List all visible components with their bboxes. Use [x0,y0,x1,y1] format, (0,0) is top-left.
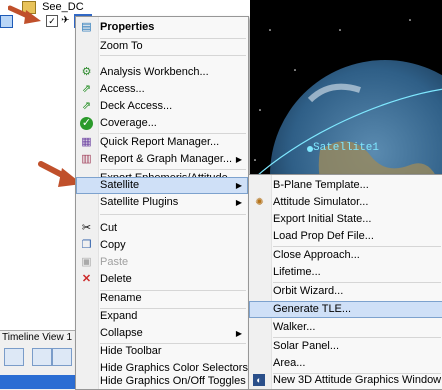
menu-item-access[interactable]: ⇗ Access... [76,81,248,98]
menu-item-quick-report-manager[interactable]: ▦ Quick Report Manager... [76,134,248,151]
menu-item-analysis-workbench[interactable]: ⚙ Analysis Workbench... [76,64,248,81]
menu-item-hide-onoff-toggles[interactable]: Hide Graphics On/Off Toggles [76,373,248,390]
menu-item-copy[interactable]: ❐ Copy [76,237,248,254]
submenu-item-area[interactable]: Area... [249,355,442,372]
copy-icon: ❐ [81,239,92,251]
satellite-icon: ✈ [61,15,70,27]
menu-item-coverage[interactable]: ✓ Coverage... [76,115,248,132]
menu-item-deck-access[interactable]: ⇗ Deck Access... [76,98,248,115]
coverage-icon: ✓ [80,117,93,130]
submenu-item-attitude-simulator[interactable]: ✺ Attitude Simulator... [249,194,442,211]
timeline-tool-icon[interactable] [4,348,24,366]
properties-icon: ▤ [81,21,92,33]
graph-icon: ▥ [81,153,92,165]
submenu-item-close-approach[interactable]: Close Approach... [249,247,442,264]
timeline-tool-icon[interactable] [52,348,72,366]
menu-item-zoom-to[interactable]: Zoom To [76,38,248,55]
visibility-checkbox[interactable]: ✓ [46,15,59,28]
submenu-arrow-icon: ▶ [235,198,242,207]
menu-item-report-graph-manager[interactable]: ▥ Report & Graph Manager... ▶ [76,151,248,168]
delete-icon: ✕ [81,273,92,285]
paste-icon: ▣ [81,256,92,268]
menu-item-satellite-plugins[interactable]: Satellite Plugins ▶ [76,194,248,211]
timeline-title: Timeline View 1 [2,332,73,343]
menu-item-delete[interactable]: ✕ Delete [76,271,248,288]
menu-item-satellite[interactable]: Satellite ▶ [76,177,248,194]
satellite-submenu: B-Plane Template... ✺ Attitude Simulator… [248,174,442,390]
report-icon: ▦ [81,136,92,148]
tree-item-label: See_DC [42,1,84,13]
workbench-icon: ⚙ [81,66,92,78]
satellite-label: Satellite1 [313,142,380,154]
submenu-item-load-prop-def[interactable]: Load Prop Def File... [249,228,442,245]
timeline-tool-icon[interactable] [32,348,52,366]
submenu-item-solar-panel[interactable]: Solar Panel... [249,338,442,355]
context-menu: ▤ Properties Zoom To ⚙ Analysis Workbenc… [75,16,249,390]
submenu-item-lifetime[interactable]: Lifetime... [249,264,442,281]
deck-access-icon: ⇗ [81,100,92,112]
3d-window-icon: ◐ [253,374,265,386]
menu-item-cut[interactable]: ✂ Cut [76,220,248,237]
menu-item-paste: ▣ Paste [76,254,248,271]
submenu-arrow-icon: ▶ [235,329,242,338]
attitude-simulator-icon: ✺ [255,197,264,208]
submenu-item-bplane-template[interactable]: B-Plane Template... [249,177,442,194]
access-icon: ⇗ [81,83,92,95]
menu-item-rename[interactable]: Rename [76,290,248,307]
menu-item-expand[interactable]: Expand [76,308,248,325]
menu-item-collapse[interactable]: Collapse ▶ [76,325,248,342]
submenu-arrow-icon: ▶ [235,181,242,190]
submenu-item-export-initial-state[interactable]: Export Initial State... [249,211,442,228]
menu-item-properties[interactable]: ▤ Properties [76,19,248,36]
submenu-arrow-icon: ▶ [235,155,242,164]
submenu-item-new-3d-attitude-window[interactable]: ◐ New 3D Attitude Graphics Window [249,372,442,389]
annotation-arrow [8,5,41,24]
submenu-item-generate-tle[interactable]: Generate TLE... [249,301,442,318]
submenu-item-orbit-wizard[interactable]: Orbit Wizard... [249,283,442,300]
cut-icon: ✂ [81,222,92,234]
submenu-item-walker[interactable]: Walker... [249,319,442,336]
menu-item-hide-toolbar[interactable]: Hide Toolbar [76,343,248,360]
